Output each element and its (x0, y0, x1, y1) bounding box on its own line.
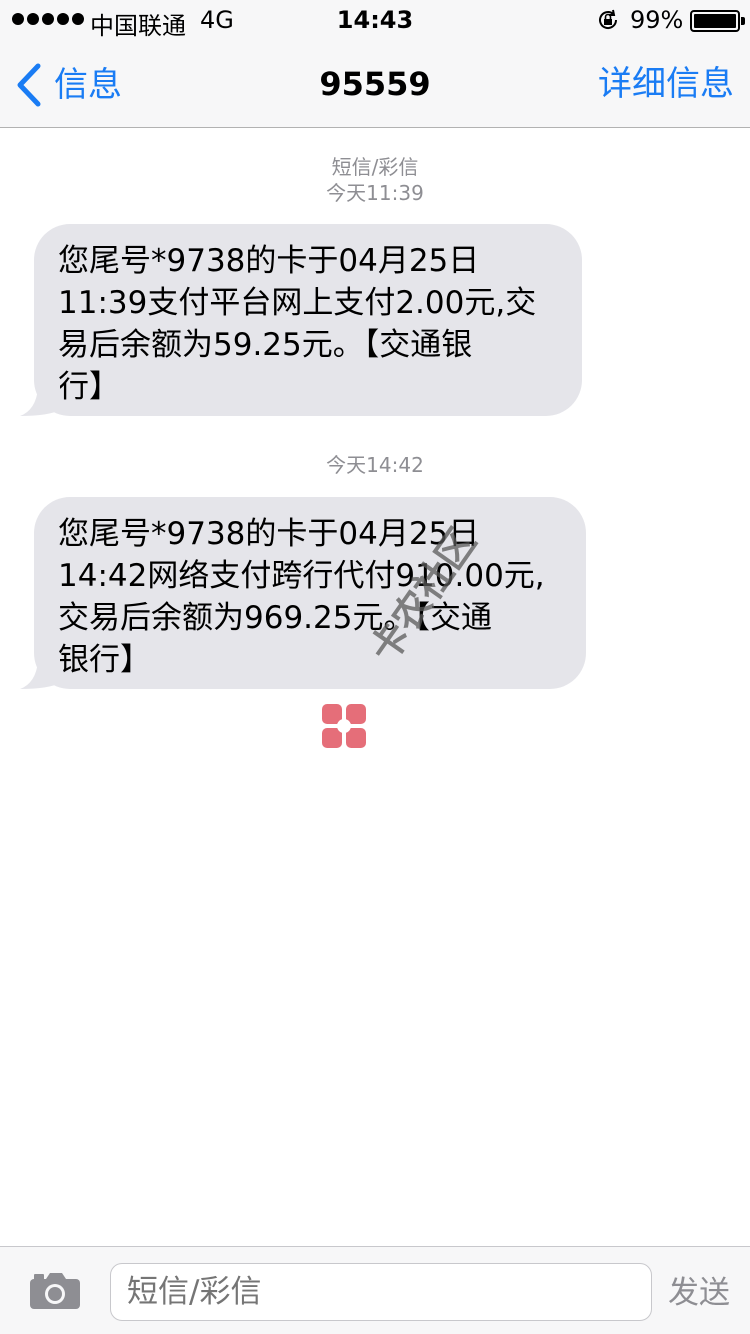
message-line: 交易后余额为969.25元。【交通 (58, 600, 492, 636)
watermark-logo-icon (322, 704, 366, 748)
message-line: 您尾号*9738的卡于04月25日 (58, 243, 480, 279)
message-line: 您尾号*9738的卡于04月25日 (58, 516, 480, 552)
status-bar: 中国联通 4G 14:43 99% (0, 0, 750, 40)
bubble-tail (20, 380, 60, 416)
message-line: 行】 (58, 369, 120, 405)
send-button[interactable]: 发送 (668, 1273, 730, 1313)
message-bubble[interactable]: 您尾号*9738的卡于04月25日 14:42网络支付跨行代付910.00元, … (20, 497, 586, 689)
top-bar: 中国联通 4G 14:43 99% 信息 95559 详细信息 (0, 0, 750, 128)
message-line: 14:42网络支付跨行代付910.00元, (58, 558, 545, 594)
message-type-label: 短信/彩信 (331, 155, 419, 179)
orientation-lock-icon (599, 9, 618, 29)
message-line: 11:39支付平台网上支付2.00元,交 (58, 285, 537, 321)
battery-percent: 99% (630, 6, 684, 34)
navigation-bar: 信息 95559 详细信息 (0, 40, 750, 128)
message-input[interactable] (110, 1263, 652, 1321)
message-timestamp: 今天14:42 (326, 453, 424, 477)
input-bar: 发送 (0, 1246, 750, 1334)
message-timestamp: 今天11:39 (326, 181, 424, 205)
camera-icon[interactable] (28, 1271, 82, 1311)
bubble-tail (20, 653, 60, 689)
battery-icon (690, 10, 745, 32)
details-button[interactable]: 详细信息 (598, 64, 734, 104)
message-line: 银行】 (58, 642, 151, 678)
message-line: 易后余额为59.25元。【交通银 (58, 327, 473, 363)
message-bubble[interactable]: 您尾号*9738的卡于04月25日 11:39支付平台网上支付2.00元,交 易… (20, 224, 582, 416)
